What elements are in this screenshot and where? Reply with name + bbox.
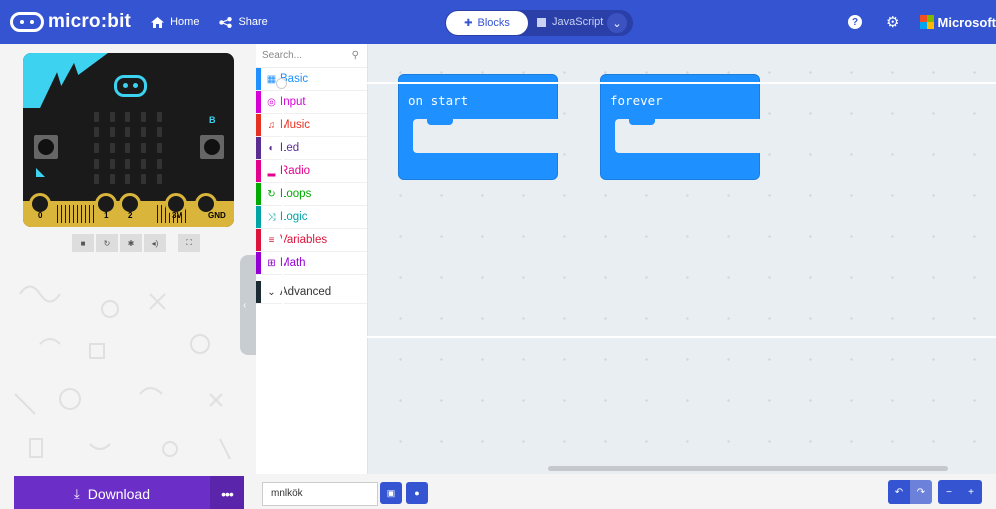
- header-nav: Home Share: [151, 16, 288, 28]
- flyout-outline: [282, 82, 996, 338]
- refresh-icon: ↻: [267, 188, 276, 200]
- toolbox-search-input[interactable]: Search... ⚲: [256, 44, 367, 68]
- simulator-panel: B 0 1 2 3V GND ■ ↻ ✱ ◂) ⛶ ‹: [0, 44, 256, 474]
- microsoft-logo[interactable]: Microsoft: [919, 14, 996, 30]
- home-button[interactable]: Home: [151, 16, 199, 28]
- debug-icon[interactable]: ✱: [120, 234, 142, 252]
- download-icon: ⤓: [73, 485, 80, 501]
- search-icon: ⚲: [351, 50, 359, 61]
- home-label: Home: [170, 16, 200, 28]
- zoom-in-icon[interactable]: +: [960, 480, 982, 504]
- redo-icon[interactable]: ↷: [910, 480, 932, 504]
- edge-connector: 0 1 2 3V GND: [23, 193, 234, 227]
- zoom-out-icon[interactable]: −: [938, 480, 960, 504]
- pin-label: 2: [128, 211, 133, 220]
- help-icon[interactable]: ?: [848, 15, 863, 29]
- pin-teeth: [57, 205, 95, 223]
- fullscreen-icon[interactable]: ⛶: [178, 234, 200, 252]
- top-bar: micro:bit Home Share ✚ Blocks JavaScript…: [0, 0, 996, 44]
- microbit-logo[interactable]: micro:bit: [10, 11, 131, 33]
- chevron-down-icon: ⌄: [267, 286, 276, 298]
- github-icon[interactable]: ●: [406, 482, 428, 504]
- simulator-controls: ■ ↻ ✱ ◂) ⛶: [72, 234, 202, 252]
- search-placeholder: Search...: [262, 50, 303, 61]
- calculator-icon: ⊞: [267, 257, 276, 269]
- download-more-button[interactable]: •••: [210, 476, 244, 509]
- button-a[interactable]: [34, 135, 58, 159]
- header-right: ? ⚙ Microsoft: [848, 0, 996, 44]
- project-name-input[interactable]: mnlkök: [262, 482, 378, 506]
- flyout-drag-handle[interactable]: [276, 78, 287, 89]
- share-icon: [219, 16, 233, 28]
- button-b[interactable]: [200, 135, 224, 159]
- pin-label: 1: [104, 211, 109, 220]
- shuffle-icon: ⤨: [267, 211, 276, 223]
- led-matrix: [89, 109, 167, 187]
- collapse-simulator-chevron-icon[interactable]: ‹: [240, 255, 256, 355]
- javascript-icon: [537, 17, 546, 27]
- headphones-icon: ♫: [267, 119, 276, 131]
- board-decoration: [23, 53, 108, 108]
- pin-label: GND: [208, 211, 226, 220]
- signal-icon: ▂: [267, 165, 276, 177]
- editor-footer: ⤓ Download ••• mnlkök ▣ ● ↶ ↷ − +: [0, 474, 996, 509]
- pin-label: 0: [38, 211, 43, 220]
- microbit-logo-icon: [10, 12, 44, 32]
- share-button[interactable]: Share: [219, 16, 268, 28]
- blocks-tab-label: Blocks: [477, 17, 510, 29]
- workspace-controls: ↶ ↷ − +: [888, 480, 982, 504]
- download-button[interactable]: ⤓ Download: [14, 486, 210, 502]
- download-label: Download: [87, 485, 150, 502]
- download-button-group: ⤓ Download •••: [14, 476, 244, 509]
- button-a-label-icon: [36, 168, 45, 177]
- button-b-label: B: [209, 115, 216, 125]
- editor-toggle: ✚ Blocks JavaScript ⌄: [445, 10, 633, 36]
- javascript-tab[interactable]: JavaScript: [537, 16, 603, 28]
- toggle-icon: ◐: [268, 142, 275, 154]
- mute-icon[interactable]: ◂): [144, 234, 166, 252]
- puzzle-icon: ✚: [464, 17, 473, 29]
- home-icon: [151, 16, 165, 28]
- share-label: Share: [238, 16, 268, 28]
- microbit-board: B 0 1 2 3V GND: [23, 53, 234, 227]
- board-logo-icon[interactable]: [114, 75, 147, 97]
- undo-icon[interactable]: ↶: [888, 480, 910, 504]
- workspace-horizontal-scrollbar[interactable]: [548, 466, 948, 471]
- javascript-tab-label: JavaScript: [552, 16, 604, 28]
- save-icon[interactable]: ▣: [380, 482, 402, 504]
- blocks-tab[interactable]: ✚ Blocks: [446, 11, 528, 35]
- microsoft-grid-icon: [919, 15, 934, 29]
- logo-text: micro:bit: [48, 11, 132, 32]
- language-dropdown-chevron-icon[interactable]: ⌄: [607, 13, 627, 33]
- pin-label: 3V: [172, 211, 182, 220]
- lines-icon: ≡: [268, 234, 275, 246]
- restart-icon[interactable]: ↻: [96, 234, 118, 252]
- settings-gear-icon[interactable]: ⚙: [886, 13, 899, 31]
- target-icon: ◎: [267, 96, 276, 108]
- stop-icon[interactable]: ■: [72, 234, 94, 252]
- microsoft-label: Microsoft: [937, 14, 996, 30]
